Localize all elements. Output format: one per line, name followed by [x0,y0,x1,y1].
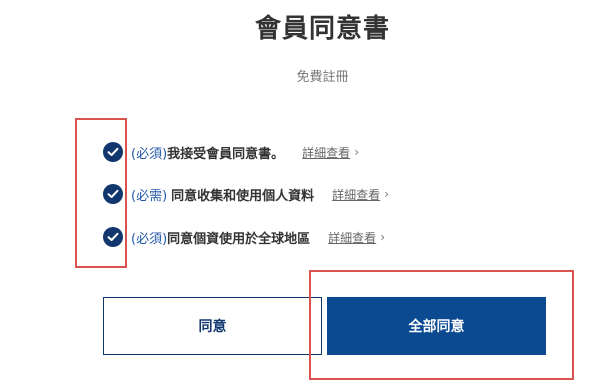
required-tag: (必須) [131,146,168,162]
consent-row-global-use: (必須) 同意個資使用於全球地區 詳細查看 › [103,226,385,248]
consent-label: 同意個資使用於全球地區 [167,231,311,247]
consent-row-membership: (必須) 我接受會員同意書。 詳細查看 › [103,141,359,163]
page-subtitle: 免費註冊 [296,70,349,85]
chevron-right-icon: › [380,230,385,244]
required-tag: (必須) [131,231,168,247]
view-details-link[interactable]: 詳細查看 [328,229,376,246]
required-tag: (必需) [131,188,168,204]
page-title: 會員同意書 [254,14,390,44]
view-details-link[interactable]: 詳細查看 [302,144,350,161]
view-details-link[interactable]: 詳細查看 [332,186,380,203]
consent-label: 我接受會員同意書。 [167,146,285,162]
chevron-right-icon: › [354,145,359,159]
chevron-right-icon: › [384,187,389,201]
agree-button[interactable]: 同意 [103,297,322,355]
consent-row-personal-data: (必需) 同意收集和使用個人資料 詳細查看 › [103,183,389,205]
consent-label: 同意收集和使用個人資料 [171,188,315,204]
highlight-box-checkboxes [75,118,127,268]
